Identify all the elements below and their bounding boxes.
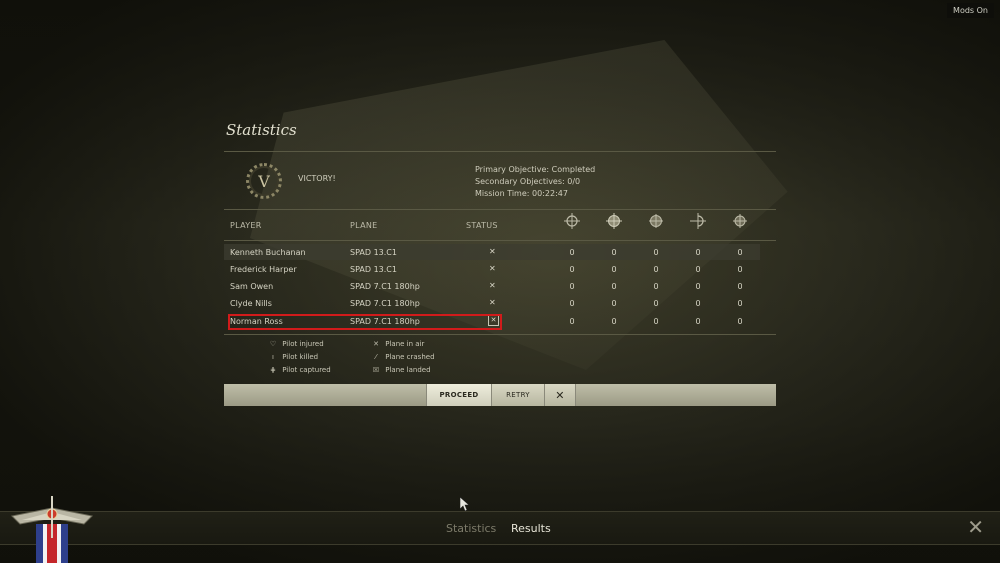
table-row[interactable]: Sam Owen SPAD 7.C1 180hp ✕ 0 0 0 0 0 xyxy=(224,278,760,294)
stat-value: 0 xyxy=(695,317,701,326)
player-name: Clyde Nills xyxy=(230,299,272,308)
stat-value: 0 xyxy=(611,265,617,274)
plane-crashed-icon: ⁄ xyxy=(375,353,377,361)
player-name: Sam Owen xyxy=(230,282,274,291)
heart-icon: ♡ xyxy=(269,340,277,348)
tab-results[interactable]: Results xyxy=(511,522,551,535)
game-logo-icon xyxy=(10,496,94,563)
mission-objectives: Primary Objective: Completed Secondary O… xyxy=(475,164,595,200)
plane-in-air-icon: ✕ xyxy=(489,264,496,273)
header-divider xyxy=(224,209,776,210)
stat-value: 0 xyxy=(737,299,743,308)
table-bottom-divider xyxy=(224,334,776,335)
aircraft-kills-icon xyxy=(564,213,580,229)
stat-value: 0 xyxy=(653,317,659,326)
aircraft-assists-icon xyxy=(690,213,706,229)
table-row[interactable]: Frederick Harper SPAD 13.C1 ✕ 0 0 0 0 0 xyxy=(224,261,760,277)
cross-icon: ı xyxy=(272,353,274,361)
player-name: Kenneth Buchanan xyxy=(230,248,306,257)
legend-plane-in-air: ✕ Plane in air xyxy=(369,340,424,348)
ground-targets-icon xyxy=(649,214,663,228)
stat-value: 0 xyxy=(653,282,659,291)
selection-highlight-outline xyxy=(228,314,502,330)
stat-value: 0 xyxy=(653,248,659,257)
legend-pilot-killed: ı Pilot killed xyxy=(266,353,318,361)
plane-name: SPAD 13.C1 xyxy=(350,265,397,274)
legend-plane-crashed: ⁄ Plane crashed xyxy=(369,353,434,361)
close-icon[interactable]: ✕ xyxy=(544,384,576,406)
table-row[interactable]: Kenneth Buchanan SPAD 13.C1 ✕ 0 0 0 0 0 xyxy=(224,244,760,260)
legend-pilot-injured: ♡ Pilot injured xyxy=(266,340,324,348)
player-name: Frederick Harper xyxy=(230,265,297,274)
stat-value: 0 xyxy=(737,265,743,274)
mods-on-badge: Mods On xyxy=(947,3,994,18)
stat-value: 0 xyxy=(611,282,617,291)
proceed-button[interactable]: PROCEED xyxy=(426,384,492,406)
bars-icon: ⋕ xyxy=(270,366,276,374)
table-row[interactable]: Clyde Nills SPAD 7.C1 180hp ✕ 0 0 0 0 0 xyxy=(224,295,760,311)
secondary-objectives: Secondary Objectives: 0/0 xyxy=(475,177,581,186)
column-status: STATUS xyxy=(466,221,498,230)
table-top-divider xyxy=(224,240,776,241)
title-divider xyxy=(224,151,776,152)
victory-emblem-icon: V xyxy=(246,163,282,199)
stat-value: 0 xyxy=(569,317,575,326)
legend-plane-landed: ☒ Plane landed xyxy=(369,366,431,374)
plane-name: SPAD 13.C1 xyxy=(350,248,397,257)
mission-result: VICTORY! xyxy=(298,174,336,183)
plane-name: SPAD 7.C1 180hp xyxy=(350,299,420,308)
tab-statistics[interactable]: Statistics xyxy=(446,522,496,535)
balloon-kills-icon xyxy=(606,213,622,229)
column-player: PLAYER xyxy=(230,221,262,230)
stat-value: 0 xyxy=(611,299,617,308)
retry-button[interactable]: RETRY xyxy=(491,384,545,406)
stat-value: 0 xyxy=(611,248,617,257)
stat-value: 0 xyxy=(737,282,743,291)
panel-title: Statistics xyxy=(226,121,297,139)
stat-value: 0 xyxy=(653,265,659,274)
mouse-cursor-icon xyxy=(460,497,470,511)
stat-value: 0 xyxy=(653,299,659,308)
plane-in-air-icon: ✕ xyxy=(489,298,496,307)
action-button-bar: PROCEED RETRY ✕ xyxy=(224,384,776,406)
plane-landed-icon: ☒ xyxy=(372,366,380,374)
mission-time: Mission Time: 00:22:47 xyxy=(475,189,568,198)
legend-pilot-captured: ⋕ Pilot captured xyxy=(266,366,331,374)
stat-value: 0 xyxy=(611,317,617,326)
stat-value: 0 xyxy=(695,248,701,257)
stat-value: 0 xyxy=(569,265,575,274)
stat-value: 0 xyxy=(695,265,701,274)
stat-value: 0 xyxy=(695,282,701,291)
plane-in-air-icon: ✕ xyxy=(489,247,496,256)
emblem-letter: V xyxy=(258,171,270,191)
stat-value: 0 xyxy=(695,299,701,308)
stat-value: 0 xyxy=(569,248,575,257)
primary-objective: Primary Objective: Completed xyxy=(475,165,596,174)
ground-assists-icon xyxy=(733,214,747,228)
stat-value: 0 xyxy=(737,317,743,326)
plane-name: SPAD 7.C1 180hp xyxy=(350,282,420,291)
close-icon[interactable]: ✕ xyxy=(967,515,984,539)
stat-value: 0 xyxy=(569,299,575,308)
column-plane: PLANE xyxy=(350,221,378,230)
stat-value: 0 xyxy=(569,282,575,291)
bottom-navigation-bar: Statistics Results ✕ xyxy=(0,511,1000,545)
statistics-panel: Statistics V VICTORY! Primary Objective:… xyxy=(224,114,776,414)
plane-in-air-icon: ✕ xyxy=(373,340,379,348)
stat-value: 0 xyxy=(737,248,743,257)
plane-in-air-icon: ✕ xyxy=(489,281,496,290)
